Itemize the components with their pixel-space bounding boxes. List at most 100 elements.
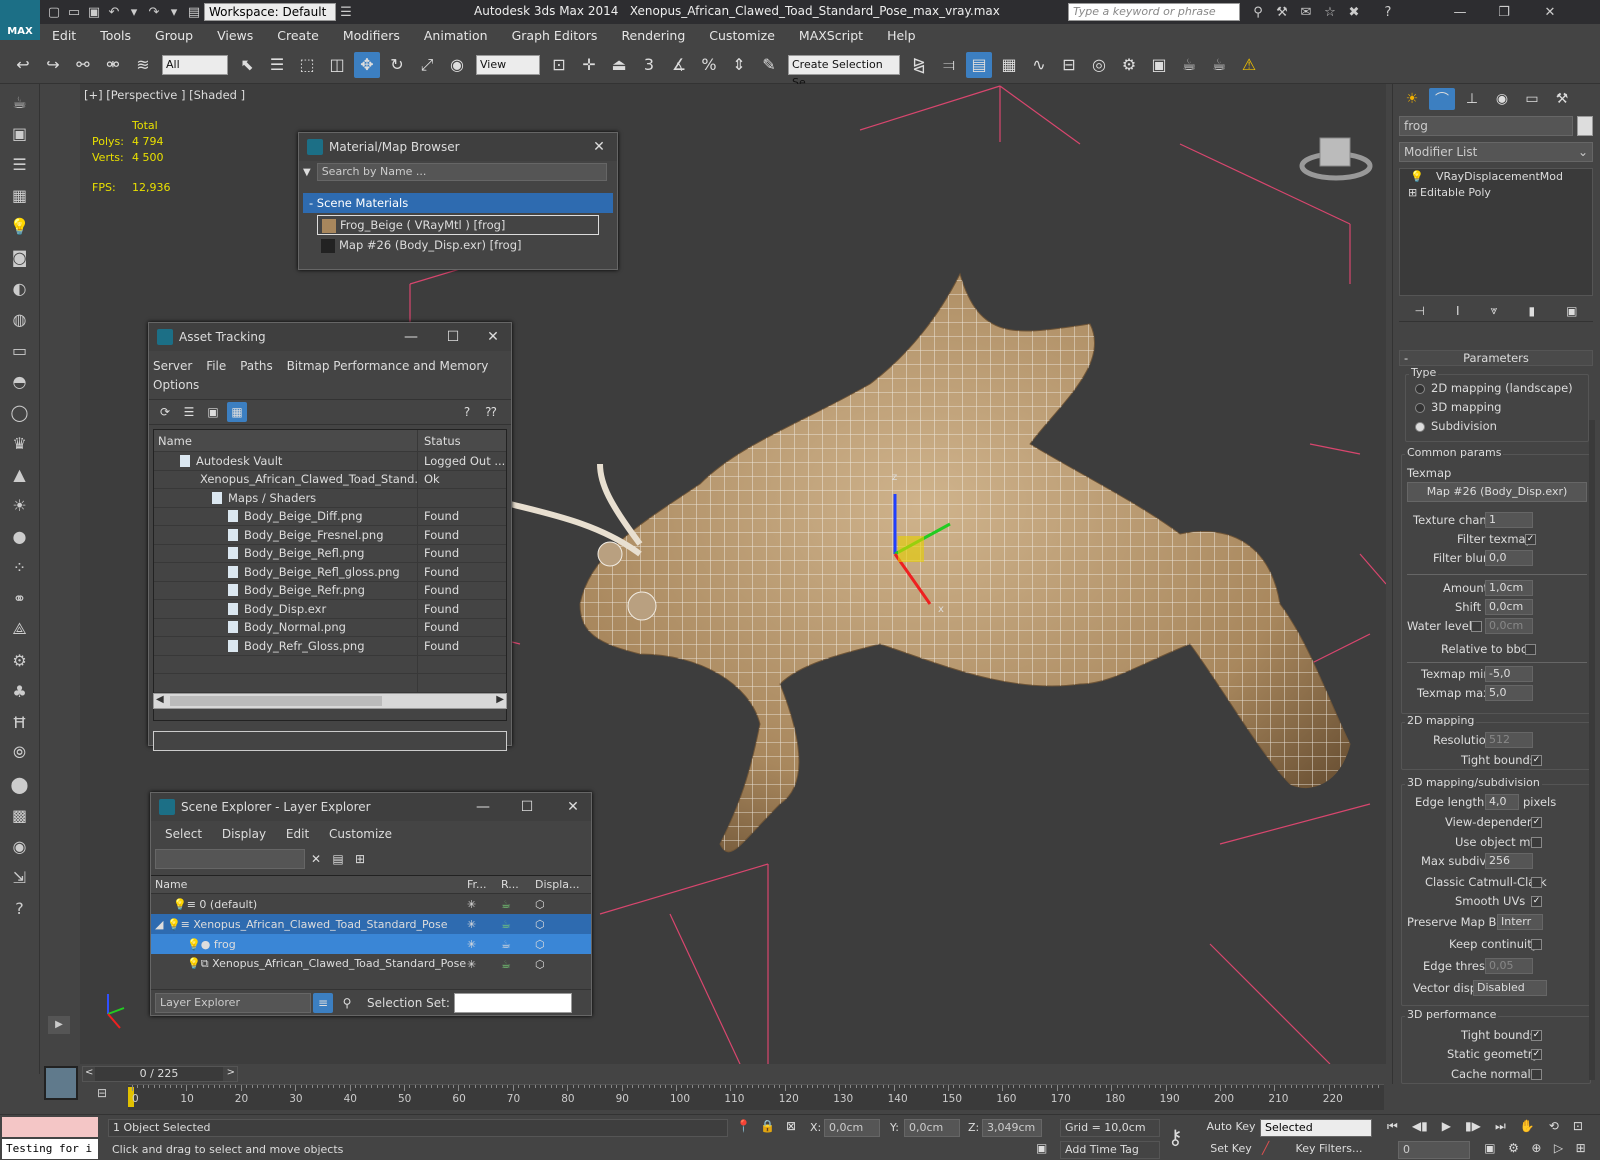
table-row[interactable]: Body_Beige_Refl.png Found (154, 544, 506, 563)
rotate-icon[interactable]: ↻ (384, 52, 410, 78)
open-file-icon[interactable]: ▭ (64, 3, 84, 21)
amount-spinner[interactable]: 1,0cm (1485, 580, 1533, 596)
render-teapot-icon[interactable]: ☕ (501, 938, 535, 951)
asset-path-field[interactable] (153, 731, 507, 751)
menu-select[interactable]: Select (165, 827, 202, 841)
water-level-spinner[interactable]: 0,0cm (1485, 618, 1533, 634)
menu-server[interactable]: Server (153, 359, 192, 373)
menu-rendering[interactable]: Rendering (609, 28, 697, 43)
y-coordinate-input[interactable]: 0,0cm (904, 1119, 960, 1137)
collapse-arrow-icon[interactable]: ◢ (155, 918, 163, 931)
motion-tab-icon[interactable]: ◉ (1489, 88, 1515, 110)
object-row[interactable]: 💡⧉ Xenopus_African_Clawed_Toad_Standard_… (151, 954, 591, 974)
table-view-icon[interactable]: ▦ (227, 402, 247, 422)
track-bar[interactable]: 0 10 20 30 40 50 60 70 80 90 100 110 120 130 140 150 160… (128, 1084, 1384, 1110)
select-manipulate-icon[interactable]: ✛ (576, 52, 602, 78)
grid-icon[interactable]: ▦ (5, 182, 35, 208)
menu-animation[interactable]: Animation (412, 28, 500, 43)
prev-frame-icon[interactable]: < (85, 1067, 93, 1078)
z-coordinate-input[interactable]: 3,049cm (982, 1119, 1042, 1137)
keyboard-shortcut-icon[interactable]: ⏏ (606, 52, 632, 78)
next-key-icon[interactable]: ▮▶ (1465, 1119, 1481, 1137)
render-teapot-icon[interactable]: ☕ (501, 918, 535, 931)
material-item[interactable]: Map #26 (Body_Disp.exr) [frog] (317, 235, 599, 255)
filter-texmap-checkbox[interactable]: ✓ (1525, 534, 1536, 545)
binoculars-icon[interactable]: ⚲ (1248, 3, 1268, 21)
expand-plus-icon[interactable]: ⊞ (1408, 185, 1417, 201)
minimize-icon[interactable]: — (1450, 3, 1470, 21)
light-bulb-icon[interactable]: 💡 (1410, 169, 1424, 185)
table-row[interactable]: Body_Beige_Diff.png Found (154, 507, 506, 526)
radio-2d-mapping[interactable] (1415, 384, 1425, 394)
maximize-viewport-icon[interactable]: ⊞ (1576, 1141, 1586, 1159)
go-to-end-icon[interactable]: ⏭ (1495, 1119, 1506, 1137)
shift-spinner[interactable]: 0,0cm (1485, 599, 1533, 615)
maxscript-listener-output[interactable] (2, 1117, 98, 1137)
radio-subdivision[interactable] (1415, 422, 1425, 432)
particles-icon[interactable]: ⁘ (5, 554, 35, 580)
mesh-icon[interactable]: ⟁ (5, 616, 35, 642)
material-browser-titlebar[interactable]: Material/Map Browser (299, 133, 617, 161)
auto-key-button[interactable]: Auto Key (1206, 1119, 1256, 1137)
sphere-icon[interactable]: ⬤ (5, 771, 35, 797)
rendered-frame-icon[interactable]: ▣ (1146, 52, 1172, 78)
column-header-display[interactable]: Displa... (535, 878, 585, 891)
create-tab-icon[interactable]: ☀ (1399, 88, 1425, 110)
refresh-icon[interactable]: ⟳ (155, 402, 175, 422)
percent-snap-icon[interactable]: % (696, 52, 722, 78)
table-row[interactable]: Body_Beige_Refl_gloss.png Found (154, 563, 506, 582)
view-dependent-checkbox[interactable]: ✓ (1531, 817, 1542, 828)
table-row[interactable]: Body_Disp.exr Found (154, 600, 506, 619)
move-icon[interactable]: ✥ (354, 51, 380, 78)
app-logo[interactable]: MAX (0, 0, 40, 40)
hf-icon[interactable]: Ħ (5, 709, 35, 735)
static-geometry-checkbox[interactable]: ✓ (1531, 1049, 1542, 1060)
catmull-clark-checkbox[interactable] (1531, 877, 1542, 888)
rect-selection-icon[interactable]: ⬚ (294, 52, 320, 78)
menu-tools[interactable]: Tools (88, 28, 143, 43)
resolution-spinner[interactable]: 512 (1485, 732, 1533, 748)
cone-icon[interactable]: ▲ (5, 461, 35, 487)
keyword-search-input[interactable]: Type a keyword or phrase (1068, 3, 1240, 21)
utilities-tab-icon[interactable]: ⚒ (1549, 88, 1575, 110)
unlink-icon[interactable]: ⚮ (100, 52, 126, 78)
selection-set-dropdown[interactable] (453, 992, 572, 1013)
show-end-result-icon[interactable]: Ⅰ (1456, 304, 1460, 318)
menu-bitmap-performance[interactable]: Bitmap Performance and Memory (287, 359, 489, 373)
close-icon[interactable]: ✕ (587, 137, 611, 157)
communication-icon[interactable]: ✉ (1296, 3, 1316, 21)
time-slider-thumb[interactable]: 0 / 225 (95, 1067, 223, 1081)
field-of-view-icon[interactable]: ▷ (1554, 1141, 1563, 1159)
current-frame-input[interactable]: 0 (1398, 1141, 1470, 1159)
add-to-layer-icon[interactable]: ⊞ (351, 850, 369, 868)
display-box-icon[interactable]: ⬡ (535, 958, 585, 971)
snap-toggle-icon[interactable]: 3 (636, 52, 662, 78)
menu-create[interactable]: Create (265, 28, 331, 43)
time-config-icon[interactable]: ⚙ (1508, 1141, 1519, 1159)
pivot-center-icon[interactable]: ⊡ (546, 52, 572, 78)
hierarchy-tab-icon[interactable]: ⊥ (1459, 88, 1485, 110)
menu-edit[interactable]: Edit (286, 827, 309, 841)
placement-icon[interactable]: ◉ (444, 52, 470, 78)
teapot-icon[interactable]: ☕ (5, 89, 35, 115)
configure-modifier-icon[interactable]: ▣ (1566, 304, 1577, 318)
menu-maxscript[interactable]: MAXScript (787, 28, 875, 43)
save-icon[interactable]: ▣ (84, 3, 104, 21)
menu-group[interactable]: Group (143, 28, 205, 43)
warning-icon[interactable]: ⚠ (1236, 52, 1262, 78)
select-object-icon[interactable]: ⬉ (234, 52, 260, 78)
freeze-icon[interactable]: ✳ (467, 918, 501, 931)
scene-search-input[interactable] (155, 849, 305, 869)
maximize-icon[interactable]: ☐ (441, 327, 465, 347)
column-header-frozen[interactable]: Fr... (467, 878, 501, 891)
filter-blur-spinner[interactable]: 0,0 (1485, 550, 1533, 566)
menu-customize[interactable]: Customize (697, 28, 787, 43)
play-icon[interactable]: ▶ (1442, 1119, 1451, 1137)
vector-displ-dropdown[interactable]: Disabled (1473, 980, 1547, 996)
absolute-mode-icon[interactable]: ⊠ (786, 1119, 796, 1133)
stack-item[interactable]: ⊞ Editable Poly (1400, 185, 1592, 201)
scale-icon[interactable]: ⤢ (414, 52, 440, 78)
smooth-uvs-checkbox[interactable]: ✓ (1531, 896, 1542, 907)
light-bulb-icon[interactable]: 💡 (173, 898, 187, 911)
modifier-list-dropdown[interactable]: Modifier List ⌄ (1399, 142, 1593, 162)
